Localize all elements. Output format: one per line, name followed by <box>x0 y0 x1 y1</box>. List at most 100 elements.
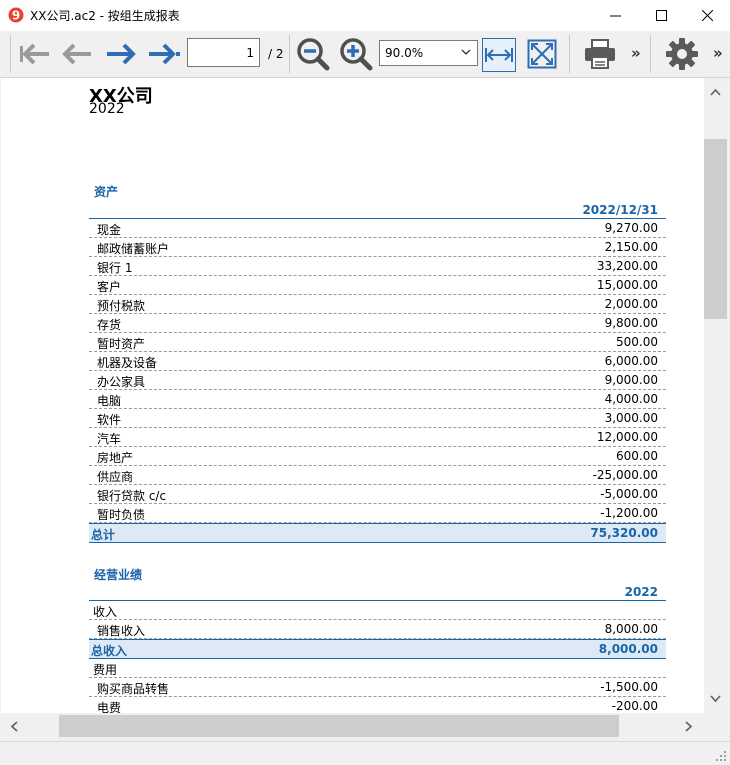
next-page-icon <box>107 43 136 65</box>
zoom-in-button[interactable] <box>338 36 374 72</box>
page-total-label: / 2 <box>268 47 284 61</box>
scroll-right-icon[interactable] <box>685 721 693 732</box>
assets-total-row: 总计 75,320.00 <box>89 523 666 543</box>
row-value: 12,000.00 <box>596 430 658 444</box>
row-value: -200.00 <box>611 699 658 713</box>
toolbar-overflow-icon[interactable]: » <box>713 44 723 62</box>
row-label: 预付税款 <box>97 299 146 313</box>
row-label: 软件 <box>97 413 122 427</box>
window-title: XX公司.ac2 - 按组生成报表 <box>30 9 180 23</box>
resize-grip-icon[interactable] <box>715 750 727 762</box>
row-value: 9,270.00 <box>604 221 658 235</box>
last-page-button[interactable] <box>146 36 182 72</box>
row-value: 500.00 <box>616 335 658 349</box>
vertical-scroll-thumb[interactable] <box>704 139 727 319</box>
zoom-in-icon <box>340 38 373 71</box>
close-icon <box>701 10 713 21</box>
income-rows: 销售收入 8,000.00 <box>89 620 666 639</box>
row-value: 9,800.00 <box>604 316 658 330</box>
row-label: 总收入 <box>91 644 128 658</box>
table-row: 暂时资产 500.00 <box>89 333 666 352</box>
assets-rows: 现金 9,270.00 邮政储蓄账户 2,150.00 银行 1 33,200.00 客户 1… <box>89 219 666 523</box>
row-value: 4,000.00 <box>604 392 658 406</box>
row-label: 费用 <box>93 663 118 677</box>
table-row: 银行 1 33,200.00 <box>89 257 666 276</box>
row-value: 9,000.00 <box>604 373 658 387</box>
close-button[interactable] <box>684 0 730 31</box>
row-label: 房地产 <box>97 451 134 465</box>
report-page: XX公司 2022 资产 2022/12/31 现金 9,270.00 邮政储蓄账户… <box>1 78 704 713</box>
maximize-button[interactable] <box>638 0 684 31</box>
fit-page-icon <box>527 39 557 69</box>
row-label: 暂时负债 <box>97 508 146 522</box>
expense-group-row: 费用 <box>89 659 666 678</box>
toolbar-grip <box>10 35 11 73</box>
zoom-value: 90.0% <box>385 46 424 60</box>
toolbar-overflow-icon[interactable]: » <box>631 44 641 62</box>
horizontal-scrollbar[interactable] <box>1 713 704 739</box>
row-value: -5,000.00 <box>600 487 658 501</box>
zoom-select[interactable]: 90.0% <box>379 40 478 66</box>
table-row: 销售收入 8,000.00 <box>89 620 666 639</box>
row-label: 供应商 <box>97 470 134 484</box>
minimize-button[interactable] <box>592 0 638 31</box>
previous-page-icon <box>62 43 91 65</box>
report-year: 2022 <box>89 101 125 117</box>
status-bar <box>0 741 730 765</box>
scroll-down-icon[interactable] <box>710 695 721 703</box>
first-page-button[interactable] <box>17 36 53 72</box>
row-label: 办公家具 <box>97 375 146 389</box>
operations-section-title: 经营业绩 <box>94 568 143 582</box>
table-row: 购买商品转售 -1,500.00 <box>89 678 666 697</box>
table-row: 供应商 -25,000.00 <box>89 466 666 485</box>
table-row: 电脑 4,000.00 <box>89 390 666 409</box>
table-row: 客户 15,000.00 <box>89 276 666 295</box>
fit-width-icon <box>485 48 513 62</box>
assets-section-title: 资产 <box>94 185 119 199</box>
settings-button[interactable] <box>664 36 700 72</box>
toolbar: 1 / 2 90.0% » » <box>0 31 730 78</box>
assets-date-header: 2022/12/31 <box>582 203 658 217</box>
gear-icon <box>666 38 698 70</box>
table-row: 汽车 12,000.00 <box>89 428 666 447</box>
previous-page-button[interactable] <box>59 36 95 72</box>
row-value: 15,000.00 <box>596 278 658 292</box>
row-value: -25,000.00 <box>592 468 658 482</box>
row-label: 收入 <box>93 605 118 619</box>
toolbar-separator <box>569 35 570 73</box>
fit-width-button[interactable] <box>482 38 516 72</box>
row-label: 购买商品转售 <box>97 682 170 696</box>
scroll-up-icon[interactable] <box>710 88 721 96</box>
table-row: 机器及设备 6,000.00 <box>89 352 666 371</box>
row-label: 银行贷款 c/c <box>97 489 167 503</box>
assets-column-header: 2022/12/31 <box>89 202 666 219</box>
row-value: 3,000.00 <box>604 411 658 425</box>
vertical-scrollbar[interactable] <box>704 78 727 713</box>
row-value: 33,200.00 <box>596 259 658 273</box>
zoom-out-button[interactable] <box>295 36 331 72</box>
operations-year-header: 2022 <box>624 585 658 599</box>
row-label: 总计 <box>91 528 116 542</box>
last-page-icon <box>149 43 180 65</box>
first-page-icon <box>20 43 49 65</box>
row-value: -1,500.00 <box>600 680 658 694</box>
row-label: 汽车 <box>97 432 122 446</box>
print-icon <box>585 39 615 69</box>
fit-page-button[interactable] <box>524 36 560 72</box>
row-label: 客户 <box>97 280 122 294</box>
row-value: 75,320.00 <box>590 526 658 540</box>
operations-column-header: 2022 <box>89 584 666 601</box>
chevron-down-icon <box>461 49 471 55</box>
table-row: 软件 3,000.00 <box>89 409 666 428</box>
horizontal-scroll-thumb[interactable] <box>59 715 619 737</box>
zoom-out-icon <box>297 38 330 71</box>
row-value: 2,150.00 <box>604 240 658 254</box>
page-number-input[interactable]: 1 <box>187 38 260 67</box>
toolbar-separator <box>289 35 290 73</box>
row-label: 机器及设备 <box>97 356 158 370</box>
table-row: 电费 -200.00 <box>89 697 666 713</box>
next-page-button[interactable] <box>103 36 139 72</box>
scroll-left-icon[interactable] <box>10 721 18 732</box>
row-value: 8,000.00 <box>604 622 658 636</box>
print-button[interactable] <box>582 36 618 72</box>
